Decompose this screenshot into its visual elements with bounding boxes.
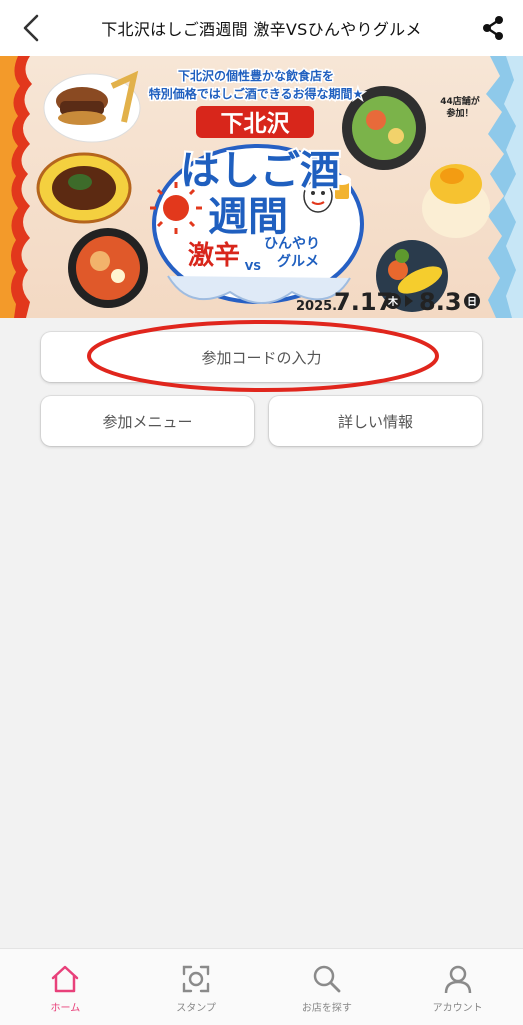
banner-cool-line1: ひんやり bbox=[264, 236, 320, 252]
participating-menu-button[interactable]: 参加メニュー bbox=[41, 396, 254, 446]
share-button[interactable] bbox=[477, 12, 509, 44]
home-icon bbox=[49, 963, 81, 995]
banner-shops-line1: 44店舗が bbox=[440, 95, 481, 107]
banner-end-date: 8.3 bbox=[419, 288, 462, 316]
banner-title-line1: はしご酒 bbox=[180, 148, 340, 194]
banner-year: 2025. bbox=[296, 299, 337, 314]
tab-home-label: ホーム bbox=[50, 1003, 81, 1014]
banner-cool-line2: グルメ bbox=[277, 253, 319, 270]
banner-lead-line1: 下北沢の個性豊かな飲食店を bbox=[178, 68, 334, 83]
event-banner-artwork: 下北沢の個性豊かな飲食店を 特別価格ではしご酒できるお得な期間★ 下北沢 はしご… bbox=[0, 56, 523, 318]
back-button[interactable] bbox=[16, 12, 46, 44]
banner-vs: VS bbox=[245, 260, 262, 273]
banner-spicy: 激辛 bbox=[188, 240, 240, 271]
search-icon bbox=[311, 963, 343, 995]
app-header: 下北沢はしご酒週間 激辛VSひんやりグルメ bbox=[0, 0, 523, 56]
share-icon bbox=[483, 16, 503, 40]
tab-account[interactable]: アカウント bbox=[392, 949, 523, 1025]
participation-code-button[interactable]: 参加コードの入力 bbox=[41, 332, 482, 382]
tab-find-shops-label: お店を探す bbox=[301, 1003, 352, 1014]
banner-title-line2: 週間 bbox=[208, 194, 288, 240]
chevron-left-icon bbox=[23, 14, 39, 42]
tab-stamp[interactable]: スタンプ bbox=[131, 949, 262, 1025]
account-icon bbox=[442, 963, 474, 995]
tab-home[interactable]: ホーム bbox=[0, 949, 131, 1025]
event-banner[interactable]: 下北沢の個性豊かな飲食店を 特別価格ではしご酒できるお得な期間★ 下北沢 はしご… bbox=[0, 56, 523, 318]
page-title: 下北沢はしご酒週間 激辛VSひんやりグルメ bbox=[101, 20, 422, 39]
banner-lead-line2: 特別価格ではしご酒できるお得な期間★ bbox=[149, 86, 364, 101]
banner-shops-line2: 参加！ bbox=[446, 107, 473, 119]
stamp-scan-icon bbox=[180, 963, 212, 995]
bottom-tab-bar: ホーム スタンプ お店を探す アカウント bbox=[0, 948, 523, 1025]
banner-start-day: 木 bbox=[387, 295, 399, 308]
tab-account-label: アカウント bbox=[432, 1003, 483, 1014]
tab-stamp-label: スタンプ bbox=[176, 1003, 216, 1014]
banner-start-date: 7.17 bbox=[334, 288, 393, 316]
banner-area: 下北沢 bbox=[221, 111, 291, 137]
tab-find-shops[interactable]: お店を探す bbox=[262, 949, 393, 1025]
banner-end-day: 日 bbox=[467, 296, 477, 308]
details-button[interactable]: 詳しい情報 bbox=[269, 396, 482, 446]
